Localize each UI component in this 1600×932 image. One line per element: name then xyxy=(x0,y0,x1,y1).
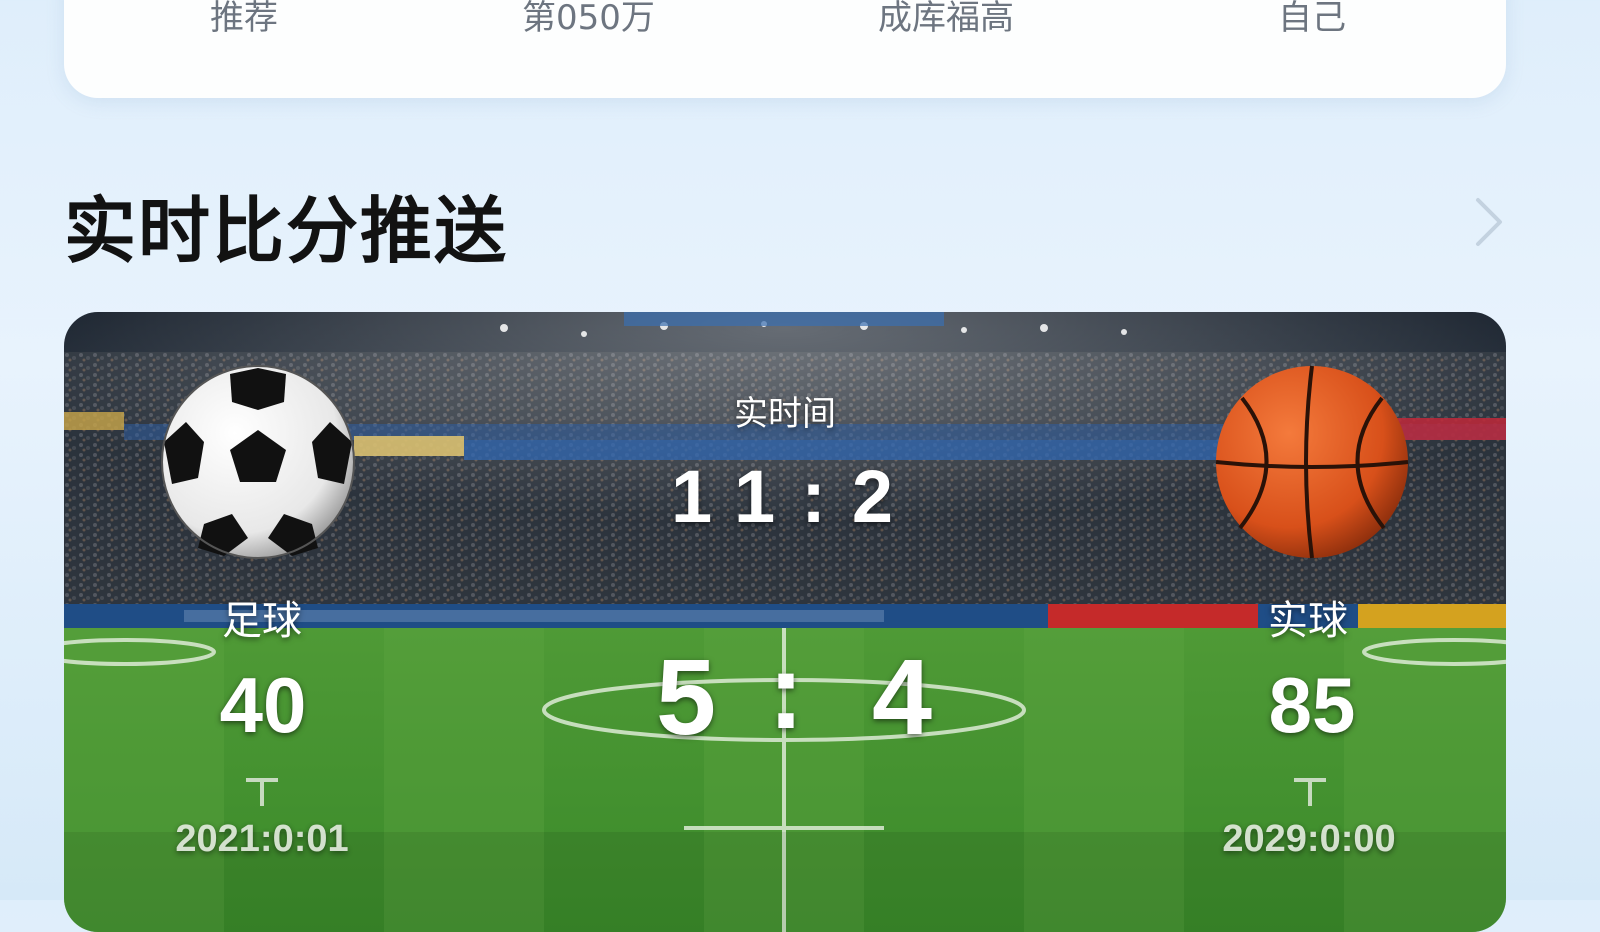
home-points: 40 xyxy=(219,661,307,749)
away-team-name: 实球 xyxy=(1268,598,1348,644)
tab-third[interactable]: 成库福高 xyxy=(878,0,1014,39)
chevron-right-icon[interactable] xyxy=(1470,196,1510,248)
home-time: 2021:0:01 xyxy=(175,818,349,860)
score-home: 5 xyxy=(655,636,717,757)
tab-recommend[interactable]: 推荐 xyxy=(210,0,278,39)
away-points: 85 xyxy=(1268,661,1356,749)
section-title: 实时比分推送 xyxy=(64,189,509,273)
home-team-name: 足球 xyxy=(222,598,302,644)
basketball-icon xyxy=(1215,365,1409,559)
live-score-card[interactable]: 实时间 11:2 5 : 4 足球 40 2021:0:01 实球 85 202… xyxy=(64,312,1506,932)
score-away: 4 xyxy=(871,636,933,757)
away-time: 2029:0:00 xyxy=(1222,818,1396,860)
tab-second[interactable]: 第050万 xyxy=(522,0,655,39)
live-clock: 11:2 xyxy=(670,455,920,538)
tab-self[interactable]: 自己 xyxy=(1278,0,1346,39)
top-nav-card: 推荐 第050万 成库福高 自己 xyxy=(64,0,1506,98)
soccer-ball-icon xyxy=(161,365,355,559)
live-time-label: 实时间 xyxy=(734,394,836,434)
score-separator: : xyxy=(768,630,804,751)
